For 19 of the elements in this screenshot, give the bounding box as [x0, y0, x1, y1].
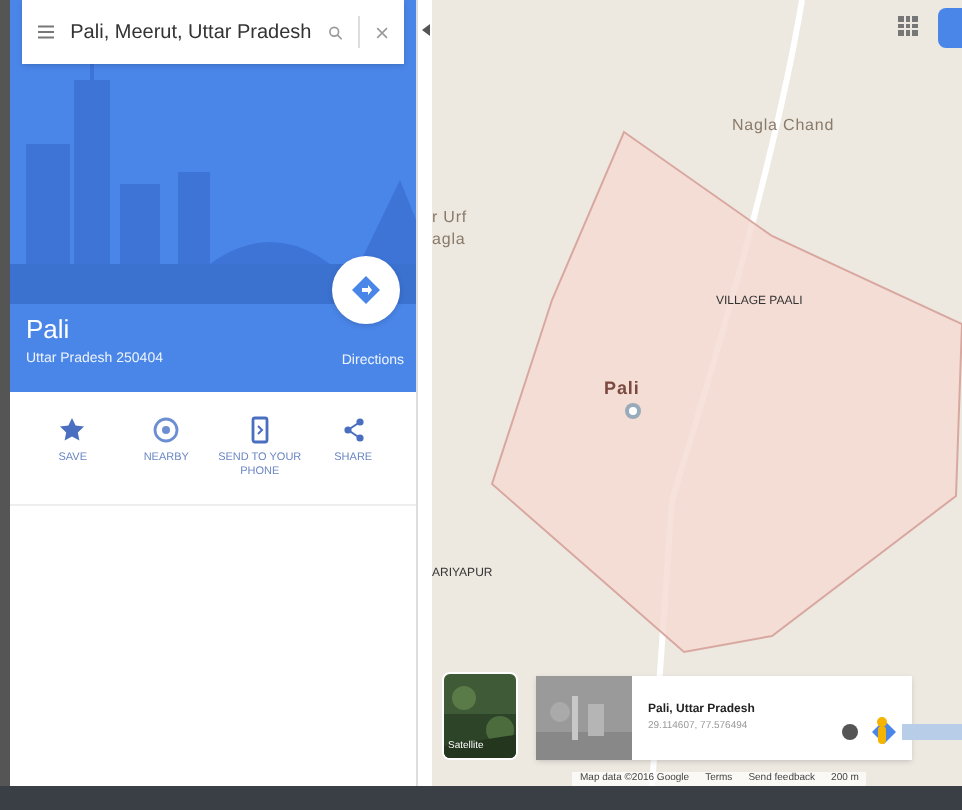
close-icon[interactable]: [375, 23, 388, 41]
compass-icon[interactable]: [842, 720, 858, 744]
sign-in-button[interactable]: [938, 8, 962, 48]
directions-icon: [352, 276, 380, 304]
pegman-icon[interactable]: [876, 716, 888, 744]
place-marker-icon[interactable]: [624, 402, 642, 420]
map-label: r Urf: [432, 206, 468, 230]
place-name: Pali: [26, 312, 72, 348]
apps-icon[interactable]: [898, 16, 918, 36]
star-icon: [58, 416, 87, 444]
map-label: Pali: [604, 376, 640, 402]
directions-button[interactable]: [332, 256, 400, 324]
map-label: Nagla Chand: [732, 114, 835, 138]
share-icon: [339, 416, 368, 444]
menu-icon[interactable]: [38, 22, 55, 42]
map-label: agla: [432, 228, 466, 252]
search-field[interactable]: Pali, Meerut, Uttar Pradesh: [22, 0, 404, 64]
nearby-icon: [152, 416, 181, 444]
search-icon[interactable]: [327, 21, 343, 43]
